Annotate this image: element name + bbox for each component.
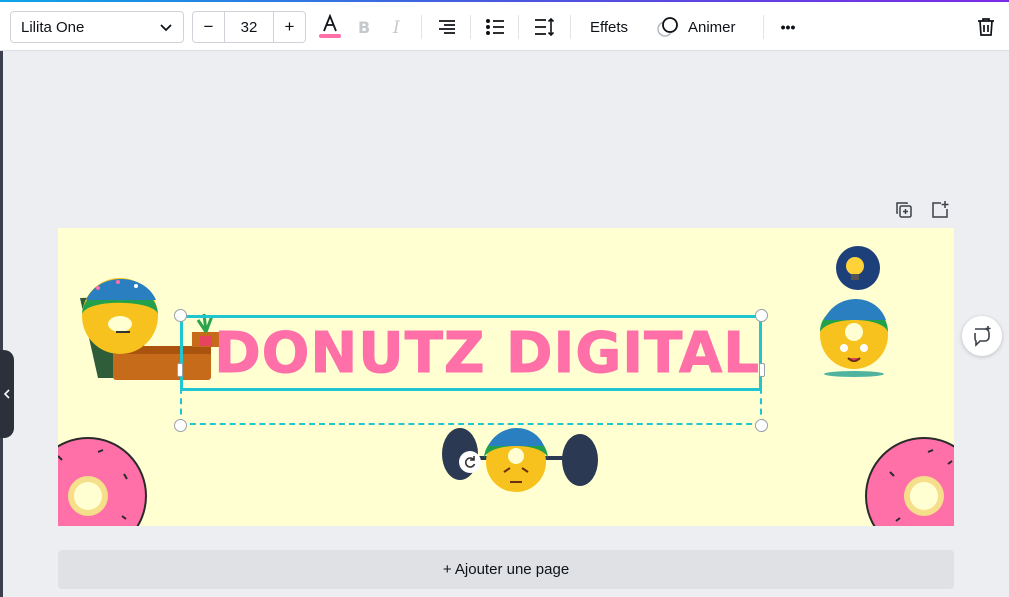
pink-donut-right-illustration [865, 437, 954, 526]
font-size-stepper[interactable]: − 32 + [192, 11, 306, 43]
pink-donut-left-illustration [58, 437, 147, 526]
collapse-panel-button[interactable] [0, 350, 14, 438]
rotate-handle[interactable] [459, 451, 481, 473]
font-family-value: Lilita One [21, 18, 85, 36]
effects-button[interactable]: Effets [580, 11, 638, 43]
add-page-icon [932, 201, 949, 218]
resize-handle-left[interactable] [177, 363, 183, 377]
toolbar-divider [518, 15, 519, 39]
add-comment-button[interactable] [962, 316, 1002, 356]
animate-button[interactable]: Animer [656, 11, 756, 43]
toolbar-divider [570, 15, 571, 39]
editor-toolbar: Lilita One − 32 + B I Effets Animer ••• [0, 2, 1009, 51]
italic-button[interactable]: I [382, 11, 414, 43]
duplicate-page-icon [896, 202, 912, 218]
list-icon [486, 19, 504, 35]
delete-button[interactable] [970, 11, 1002, 43]
toolbar-divider [763, 15, 764, 39]
chevron-down-icon [160, 24, 172, 32]
list-button[interactable] [479, 11, 511, 43]
add-page-top-button[interactable] [930, 200, 950, 225]
idea-donut-illustration [820, 246, 888, 377]
align-button[interactable] [431, 11, 463, 43]
animate-label: Animer [688, 18, 736, 36]
font-size-increase-button[interactable]: + [273, 12, 305, 42]
resize-handle-right[interactable] [759, 363, 765, 377]
collapse-panel-icon [3, 389, 10, 399]
rotate-icon [464, 456, 476, 468]
resize-handle-bottom-right[interactable] [755, 419, 768, 432]
bold-button[interactable]: B [348, 11, 380, 43]
more-options-button[interactable]: ••• [772, 11, 804, 43]
font-size-decrease-button[interactable]: − [193, 12, 225, 42]
svg-text:B: B [358, 18, 370, 36]
side-panel-edge [0, 51, 3, 597]
add-page-button[interactable]: + Ajouter une page [58, 550, 954, 589]
duplicate-page-button[interactable] [894, 200, 914, 225]
toolbar-divider [470, 15, 471, 39]
toolbar-divider [421, 15, 422, 39]
more-icon: ••• [780, 19, 796, 35]
spacing-icon [535, 17, 555, 37]
svg-text:I: I [392, 18, 400, 36]
font-size-input[interactable]: 32 [225, 12, 273, 42]
align-right-icon [439, 20, 455, 34]
resize-handle-top-right[interactable] [755, 309, 768, 322]
comment-add-icon [974, 326, 991, 347]
spacing-button[interactable] [528, 11, 560, 43]
selection-outline [180, 315, 762, 391]
resize-handle-top-left[interactable] [174, 309, 187, 322]
font-family-select[interactable]: Lilita One [10, 11, 184, 43]
italic-icon: I [392, 18, 400, 36]
animate-icon [657, 17, 678, 37]
resize-handle-bottom-left[interactable] [174, 419, 187, 432]
bold-icon: B [358, 18, 370, 36]
trash-icon [978, 18, 994, 36]
text-color-icon [319, 14, 341, 38]
text-color-button[interactable] [314, 11, 346, 43]
